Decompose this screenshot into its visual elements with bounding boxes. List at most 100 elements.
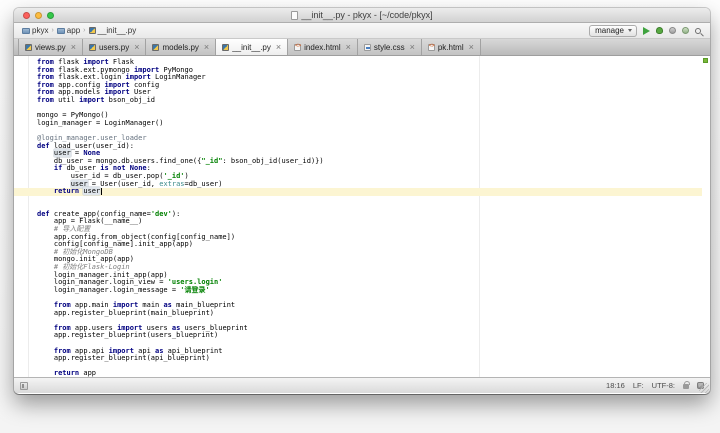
folder-icon xyxy=(56,27,65,34)
code-token: user xyxy=(83,187,101,196)
lock-icon[interactable] xyxy=(683,381,690,389)
breadcrumb-label: pkyx xyxy=(32,26,49,35)
breadcrumb-item-pkyx[interactable]: pkyx xyxy=(20,26,50,35)
rerun-icon[interactable] xyxy=(682,27,689,34)
tab-label: pk.html xyxy=(437,42,464,52)
tab-pk.html[interactable]: pk.html × xyxy=(421,39,481,55)
breadcrumb-label: __init__.py xyxy=(97,26,137,35)
html-file-icon xyxy=(427,43,435,51)
chevron-down-icon xyxy=(628,29,632,32)
code-editor[interactable]: from flask import Flask from flask.ext.py… xyxy=(14,56,710,377)
folder-icon xyxy=(22,27,30,34)
window-title-text: __init__.py - pkyx - [~/code/pkyx] xyxy=(301,10,433,20)
debug-icon[interactable] xyxy=(656,27,663,34)
code-token: app.register_blueprint(main_blueprint) xyxy=(37,308,215,317)
tab-models.py[interactable]: models.py × xyxy=(146,39,217,55)
tab-style.css[interactable]: style.css × xyxy=(357,39,422,55)
inspection-status-indicator[interactable] xyxy=(703,58,708,63)
code-token: util xyxy=(53,95,80,104)
code-token: from xyxy=(37,95,54,104)
breadcrumb-item-app[interactable]: app xyxy=(55,26,82,35)
code-line[interactable]: return user xyxy=(14,187,702,196)
code-token: return xyxy=(53,187,80,196)
code-line[interactable]: login_manager.login_message = '请登录' xyxy=(14,285,702,295)
search-icon[interactable] xyxy=(695,27,701,34)
document-icon xyxy=(291,10,299,20)
py-file-icon xyxy=(25,43,32,51)
pycharm-window: __init__.py - pkyx - [~/code/pkyx] pkyx ›… xyxy=(14,8,710,394)
status-bar: 18:16 LF: UTF-8: xyxy=(14,377,710,393)
code-token: 'dev' xyxy=(150,209,172,218)
code-token: "_id" xyxy=(201,156,223,165)
close-icon[interactable]: × xyxy=(469,43,474,52)
close-window-button[interactable] xyxy=(23,12,30,19)
code-line[interactable] xyxy=(14,105,702,113)
python-file-icon xyxy=(88,27,96,34)
breadcrumb-label: app xyxy=(66,26,81,35)
code-line[interactable]: login_manager = LoginManager() xyxy=(14,118,702,128)
close-icon[interactable]: × xyxy=(346,43,351,52)
html-file-icon xyxy=(294,43,302,51)
tab-label: models.py xyxy=(162,42,199,52)
tab-label: index.html xyxy=(304,42,341,52)
minimize-window-button[interactable] xyxy=(35,12,42,19)
css-file-icon xyxy=(363,43,371,51)
code-line[interactable]: return app xyxy=(14,370,702,377)
tab-views.py[interactable]: views.py × xyxy=(18,39,83,55)
zoom-window-button[interactable] xyxy=(47,12,54,19)
code-token: app.register_blueprint(api_blueprint) xyxy=(37,354,210,363)
tab-label: views.py xyxy=(35,42,66,52)
tab-label: __init__.py xyxy=(232,42,271,52)
code-token: import xyxy=(79,95,105,104)
code-line[interactable]: config[config_name].init_app(app) xyxy=(14,240,702,249)
code-area[interactable]: from flask import Flask from flask.ext.py… xyxy=(14,58,702,377)
close-icon[interactable]: × xyxy=(204,43,209,52)
run-configuration-label: manage xyxy=(595,26,624,35)
close-icon[interactable]: × xyxy=(276,43,281,52)
code-token: login_manager = LoginManager() xyxy=(37,118,164,127)
code-line[interactable]: app.register_blueprint(users_blueprint) xyxy=(14,332,702,340)
breadcrumb-separator: › xyxy=(83,27,86,34)
code-line[interactable]: app.register_blueprint(main_blueprint) xyxy=(14,308,702,318)
py-file-icon xyxy=(152,43,160,51)
navigation-bar: pkyx › app › __init__.py manage xyxy=(14,23,710,39)
code-token: : bson_obj_id(user_id)}) xyxy=(222,156,324,165)
code-line[interactable]: from util import bson_obj_id xyxy=(14,95,702,105)
desktop-background: __init__.py - pkyx - [~/code/pkyx] pkyx ›… xyxy=(0,0,720,433)
caret-position[interactable]: 18:16 xyxy=(606,381,625,390)
code-line[interactable]: app.register_blueprint(api_blueprint) xyxy=(14,354,702,363)
traffic-lights xyxy=(23,12,54,19)
close-icon[interactable]: × xyxy=(71,43,76,52)
toolwindow-toggle-icon[interactable] xyxy=(20,381,28,390)
tab-__init__.py[interactable]: __init__.py × xyxy=(216,39,289,55)
code-token: extras xyxy=(159,179,185,188)
run-icon[interactable] xyxy=(643,26,650,35)
close-icon[interactable]: × xyxy=(410,43,415,52)
run-toolbar: manage xyxy=(589,24,704,37)
encoding-indicator[interactable]: UTF-8: xyxy=(652,381,675,390)
close-icon[interactable]: × xyxy=(134,43,139,52)
text-caret xyxy=(100,188,102,196)
code-line[interactable]: def load_user(user_id): xyxy=(14,142,702,151)
breadcrumb: pkyx › app › __init__.py xyxy=(20,26,138,35)
py-file-icon xyxy=(88,43,96,51)
code-line[interactable]: app = Flask(__name__) xyxy=(14,218,702,226)
tab-label: users.py xyxy=(98,42,130,52)
code-token: ): xyxy=(171,209,181,218)
resize-grip[interactable] xyxy=(699,383,709,393)
code-token: login_manager.login_message = xyxy=(37,285,181,294)
code-line[interactable] xyxy=(14,196,702,204)
breadcrumb-item-__init__.py[interactable]: __init__.py xyxy=(87,26,139,35)
tab-users.py[interactable]: users.py × xyxy=(82,39,147,55)
code-line[interactable]: user = User(user_id, extras=db_user) xyxy=(14,179,702,189)
coverage-icon[interactable] xyxy=(669,27,676,34)
title-bar[interactable]: __init__.py - pkyx - [~/code/pkyx] xyxy=(14,8,710,23)
code-token: bson_obj_id xyxy=(104,95,156,104)
code-token: '请登录' xyxy=(180,285,210,294)
run-configuration-select[interactable]: manage xyxy=(589,24,637,37)
line-separator-indicator[interactable]: LF: xyxy=(633,381,644,390)
tab-index.html[interactable]: index.html × xyxy=(288,39,358,55)
code-line[interactable] xyxy=(14,363,702,371)
